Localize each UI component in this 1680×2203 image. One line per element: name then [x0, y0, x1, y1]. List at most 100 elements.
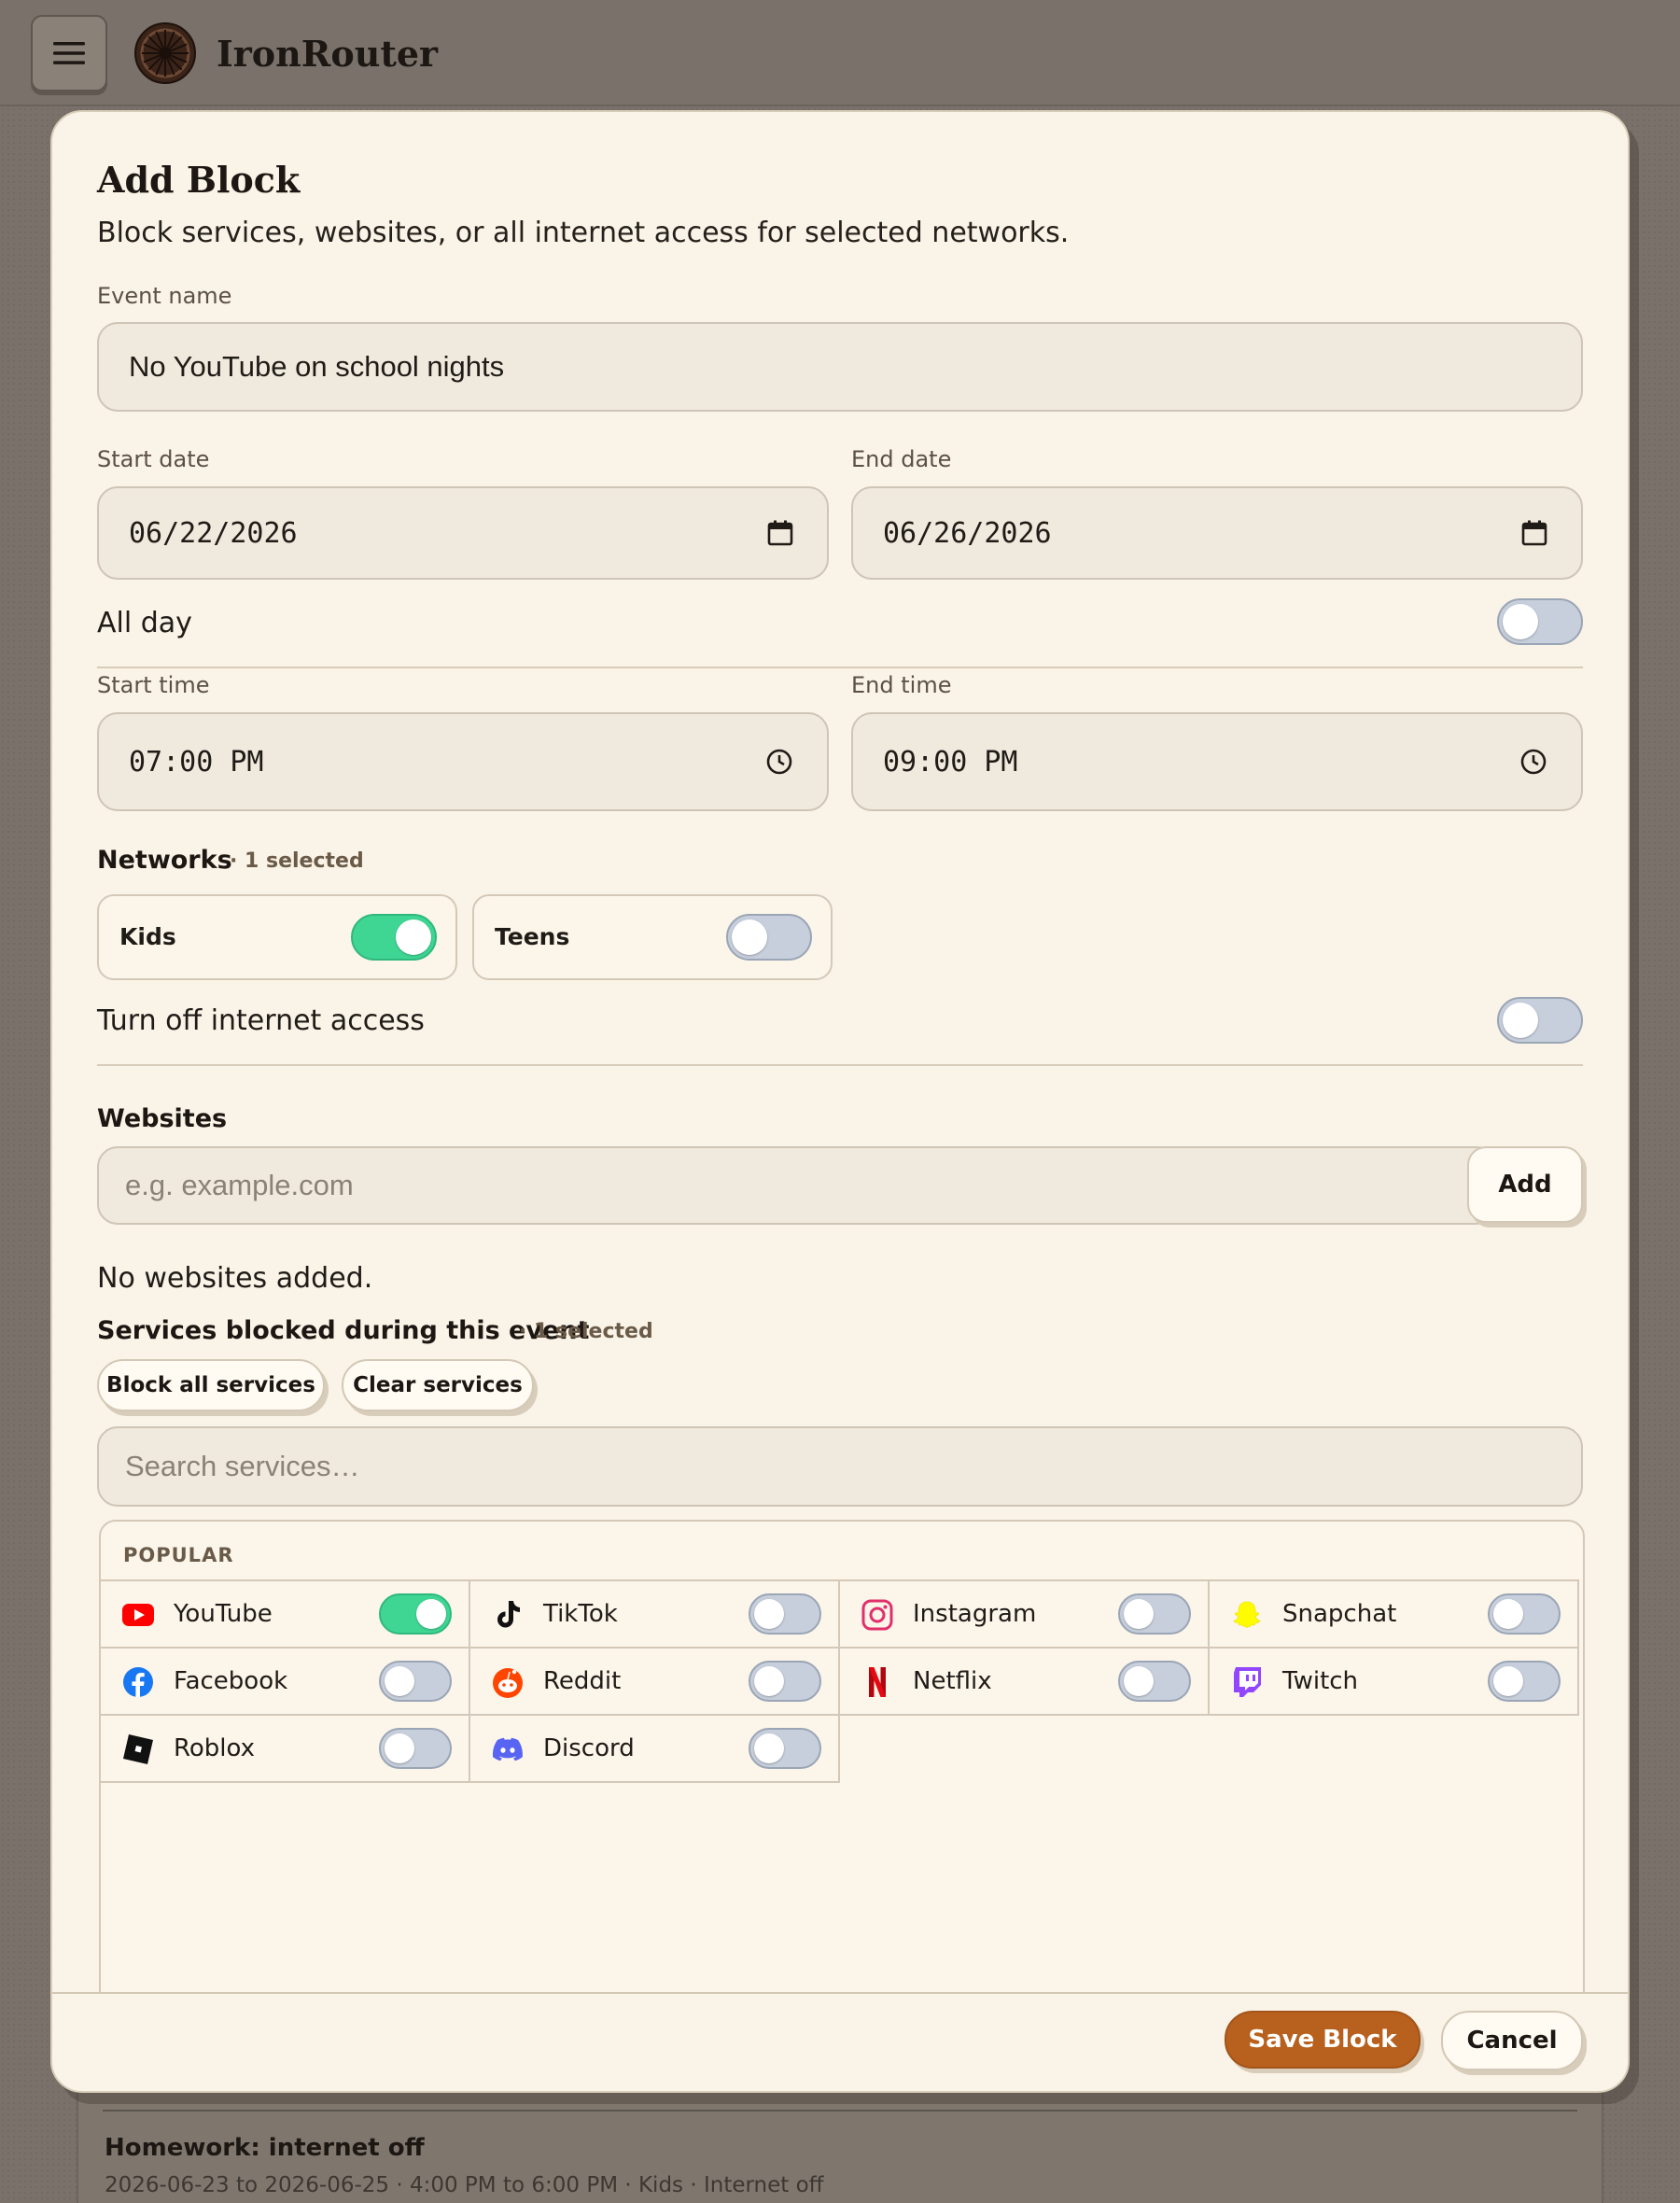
- tiktok-icon: [497, 1601, 520, 1628]
- divider: [97, 1064, 1583, 1066]
- start-time-value: 07:00 PM: [129, 745, 264, 779]
- service-item-instagram[interactable]: Instagram: [838, 1579, 1210, 1649]
- brand-name: IronRouter: [217, 33, 439, 75]
- websites-empty-text: No websites added.: [97, 1262, 373, 1295]
- service-item-discord[interactable]: Discord: [469, 1714, 840, 1783]
- save-block-button[interactable]: Save Block: [1225, 2011, 1421, 2069]
- service-item-youtube[interactable]: YouTube: [101, 1579, 470, 1649]
- netflix-icon: [869, 1667, 886, 1697]
- start-date-value: 06/22/2026: [129, 516, 298, 550]
- service-name: YouTube: [174, 1600, 273, 1628]
- discord-icon: [492, 1737, 523, 1761]
- youtube-icon: [122, 1604, 154, 1626]
- block-item-title: Homework: internet off: [105, 2134, 425, 2162]
- clock-icon[interactable]: [765, 748, 793, 776]
- network-kids-toggle[interactable]: [351, 914, 437, 961]
- end-date-input[interactable]: 06/26/2026: [851, 486, 1583, 580]
- add-block-modal: Add Block Block services, websites, or a…: [50, 110, 1630, 2093]
- hamburger-icon: [53, 42, 85, 64]
- service-name: Roblox: [174, 1734, 256, 1762]
- wheel-logo-icon: [134, 22, 196, 84]
- modal-subtitle: Block services, websites, or all interne…: [97, 217, 1070, 249]
- event-name-value: No YouTube on school nights: [129, 350, 505, 383]
- cancel-button[interactable]: Cancel: [1441, 2011, 1583, 2070]
- service-toggle-instagram[interactable]: [1118, 1593, 1191, 1635]
- add-website-button[interactable]: Add: [1467, 1146, 1583, 1223]
- service-name: TikTok: [543, 1600, 618, 1628]
- search-services-placeholder: Search services…: [125, 1450, 360, 1482]
- service-toggle-netflix[interactable]: [1118, 1661, 1191, 1702]
- websites-label: Websites: [97, 1104, 228, 1133]
- service-item-twitch[interactable]: Twitch: [1208, 1647, 1579, 1716]
- menu-button[interactable]: [31, 15, 107, 91]
- start-time-label: Start time: [97, 672, 210, 698]
- all-day-label: All day: [97, 607, 192, 639]
- search-services-input[interactable]: Search services…: [97, 1426, 1583, 1507]
- network-name: Teens: [495, 923, 570, 950]
- network-card-teens[interactable]: Teens: [472, 894, 833, 980]
- twitch-icon: [1234, 1667, 1261, 1697]
- networks-count: · 1 selected: [230, 849, 364, 873]
- snapchat-icon: [1233, 1601, 1261, 1628]
- service-name: Snapchat: [1282, 1600, 1397, 1628]
- services-label: Services blocked during this event: [97, 1316, 590, 1345]
- networks-label: Networks: [97, 846, 232, 875]
- service-toggle-tiktok[interactable]: [749, 1593, 821, 1635]
- service-name: Twitch: [1282, 1667, 1359, 1695]
- modal-title: Add Block: [97, 159, 301, 201]
- start-date-input[interactable]: 06/22/2026: [97, 486, 829, 580]
- event-name-input[interactable]: No YouTube on school nights: [97, 322, 1583, 412]
- modal-footer: Save Block Cancel: [52, 1992, 1628, 2091]
- all-day-toggle[interactable]: [1497, 598, 1583, 645]
- block-all-services-button[interactable]: Block all services: [97, 1359, 325, 1411]
- service-item-netflix[interactable]: Netflix: [838, 1647, 1210, 1716]
- service-name: Instagram: [913, 1600, 1037, 1628]
- end-date-label: End date: [851, 446, 952, 472]
- service-toggle-roblox[interactable]: [379, 1728, 452, 1769]
- service-item-tiktok[interactable]: TikTok: [469, 1579, 840, 1649]
- service-name: Netflix: [913, 1667, 992, 1695]
- reddit-icon: [493, 1668, 523, 1698]
- service-toggle-twitch[interactable]: [1488, 1661, 1561, 1702]
- services-list: POPULAR YouTube TikTok Instagram Snapcha…: [99, 1520, 1585, 1992]
- services-count: · 1 selected: [519, 1320, 653, 1343]
- service-toggle-snapchat[interactable]: [1488, 1593, 1561, 1635]
- service-name: Discord: [543, 1734, 635, 1762]
- divider: [103, 2110, 1577, 2112]
- service-toggle-reddit[interactable]: [749, 1661, 821, 1702]
- services-group-label: POPULAR: [123, 1544, 234, 1566]
- start-date-label: Start date: [97, 446, 210, 472]
- calendar-icon[interactable]: [767, 520, 793, 546]
- end-time-label: End time: [851, 672, 952, 698]
- clock-icon[interactable]: [1519, 748, 1547, 776]
- instagram-icon: [861, 1599, 893, 1631]
- block-item-meta: 2026-06-23 to 2026-06-25 · 4:00 PM to 6:…: [105, 2173, 824, 2197]
- service-item-roblox[interactable]: Roblox: [101, 1714, 470, 1783]
- app-header: IronRouter: [0, 0, 1680, 106]
- internet-off-label: Turn off internet access: [97, 1004, 425, 1037]
- website-input[interactable]: e.g. example.com: [97, 1146, 1497, 1225]
- service-item-facebook[interactable]: Facebook: [101, 1647, 470, 1716]
- service-toggle-youtube[interactable]: [379, 1593, 452, 1635]
- internet-off-toggle[interactable]: [1497, 997, 1583, 1044]
- calendar-icon[interactable]: [1521, 520, 1547, 546]
- end-time-input[interactable]: 09:00 PM: [851, 712, 1583, 811]
- network-teens-toggle[interactable]: [726, 914, 812, 961]
- clear-services-button[interactable]: Clear services: [342, 1359, 534, 1411]
- divider: [97, 667, 1583, 668]
- modal-body: Add Block Block services, websites, or a…: [52, 112, 1628, 1992]
- event-name-label: Event name: [97, 283, 232, 309]
- facebook-icon: [123, 1667, 153, 1697]
- start-time-input[interactable]: 07:00 PM: [97, 712, 829, 811]
- service-name: Facebook: [174, 1667, 288, 1695]
- end-time-value: 09:00 PM: [883, 745, 1018, 779]
- service-name: Reddit: [543, 1667, 622, 1695]
- service-toggle-facebook[interactable]: [379, 1661, 452, 1702]
- end-date-value: 06/26/2026: [883, 516, 1052, 550]
- network-name: Kids: [119, 923, 176, 950]
- service-item-snapchat[interactable]: Snapchat: [1208, 1579, 1579, 1649]
- network-card-kids[interactable]: Kids: [97, 894, 457, 980]
- roblox-icon: [123, 1734, 153, 1764]
- service-toggle-discord[interactable]: [749, 1728, 821, 1769]
- service-item-reddit[interactable]: Reddit: [469, 1647, 840, 1716]
